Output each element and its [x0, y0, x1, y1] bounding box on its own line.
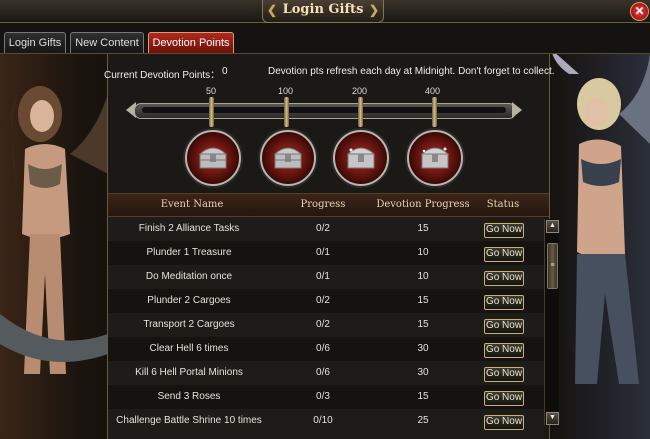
devotion-progress-track [126, 99, 522, 121]
event-progress: 0/2 [316, 319, 330, 330]
go-now-button[interactable]: Go Now [484, 415, 524, 430]
milestone-label-50: 50 [206, 86, 217, 96]
scroll-down-icon[interactable]: ▼ [546, 412, 559, 425]
event-progress: 0/1 [316, 271, 330, 282]
event-progress: 0/2 [316, 295, 330, 306]
event-name: Plunder 1 Treasure [146, 247, 232, 258]
go-now-button[interactable]: Go Now [484, 391, 524, 406]
table-row: Challenge Battle Shrine 10 times 0/10 25… [108, 409, 544, 439]
event-name: Transport 2 Cargoes [143, 319, 235, 330]
event-devotion: 30 [417, 367, 429, 378]
window-title: Login Gifts [282, 2, 364, 17]
current-devotion-value: 0 [222, 66, 228, 77]
milestone-notch-200 [358, 97, 363, 127]
event-devotion: 10 [417, 271, 429, 282]
title-bar: ❮ Login Gifts ❯ ✕ [0, 0, 650, 23]
table-row: Transport 2 Cargoes 0/2 15 Go Now [108, 313, 544, 337]
title-plate: ❮ Login Gifts ❯ [262, 0, 384, 23]
table-row: Send 3 Roses 0/3 15 Go Now [108, 385, 544, 409]
table-row: Finish 2 Alliance Tasks 0/2 15 Go Now [108, 217, 544, 241]
go-now-button[interactable]: Go Now [484, 247, 524, 262]
milestone-label-400: 400 [425, 86, 441, 96]
scroll-up-icon[interactable]: ▲ [546, 220, 559, 233]
treasure-chest-icon [198, 147, 228, 169]
go-now-button[interactable]: Go Now [484, 319, 524, 334]
refresh-note: Devotion pts refresh each day at Midnigh… [268, 66, 555, 77]
table-row: Plunder 1 Treasure 0/1 10 Go Now [108, 241, 544, 265]
event-devotion: 30 [417, 343, 429, 354]
scroll-thumb[interactable]: ≡ [547, 243, 558, 289]
treasure-chest-icon [273, 147, 303, 169]
milestone-label-200: 200 [352, 86, 368, 96]
header-event-name: Event Name [160, 199, 224, 210]
event-name: Plunder 2 Cargoes [147, 295, 231, 306]
event-progress: 0/10 [313, 415, 333, 426]
treasure-chest-icon [420, 147, 450, 169]
header-progress: Progress [300, 199, 346, 210]
event-name: Finish 2 Alliance Tasks [138, 223, 240, 234]
left-character-art [0, 54, 108, 439]
events-table-header: Event Name Progress Devotion Progress St… [108, 193, 549, 217]
event-progress: 0/1 [316, 247, 330, 258]
event-progress: 0/3 [316, 391, 330, 402]
track-fill [142, 107, 506, 113]
scroll-grip-icon: ≡ [550, 262, 555, 269]
event-progress: 0/2 [316, 223, 330, 234]
event-devotion: 15 [417, 391, 429, 402]
table-scrollbar[interactable]: ▲ ≡ ▼ [544, 219, 559, 425]
event-devotion: 15 [417, 223, 429, 234]
go-now-button[interactable]: Go Now [484, 271, 524, 286]
title-ornament-right-icon: ❯ [369, 3, 380, 17]
table-row: Plunder 2 Cargoes 0/2 15 Go Now [108, 289, 544, 313]
close-button[interactable]: ✕ [630, 2, 649, 21]
track-right-cap [512, 102, 522, 118]
right-character-art [549, 54, 650, 439]
event-progress: 0/6 [316, 343, 330, 354]
go-now-button[interactable]: Go Now [484, 367, 524, 382]
event-devotion: 25 [417, 415, 429, 426]
go-now-button[interactable]: Go Now [484, 295, 524, 310]
table-row: Kill 6 Hell Portal Minions 0/6 30 Go Now [108, 361, 544, 385]
header-status: Status [486, 199, 520, 210]
event-name: Clear Hell 6 times [149, 343, 229, 354]
milestone-label-100: 100 [278, 86, 294, 96]
event-name: Challenge Battle Shrine 10 times [116, 415, 262, 426]
reward-chest-100[interactable] [260, 130, 316, 186]
event-devotion: 15 [417, 319, 429, 330]
treasure-chest-icon [346, 147, 376, 169]
tab-new-content[interactable]: New Content [70, 32, 144, 53]
tab-devotion-points[interactable]: Devotion Points [148, 32, 234, 53]
milestone-notch-50 [209, 97, 214, 127]
go-now-button[interactable]: Go Now [484, 343, 524, 358]
event-devotion: 10 [417, 247, 429, 258]
current-devotion-label: Current Devotion Points： [104, 70, 221, 81]
event-name: Do Meditation once [145, 271, 233, 282]
table-row: Clear Hell 6 times 0/6 30 Go Now [108, 337, 544, 361]
table-row: Do Meditation once 0/1 10 Go Now [108, 265, 544, 289]
event-progress: 0/6 [316, 367, 330, 378]
reward-chest-400[interactable] [407, 130, 463, 186]
event-name: Send 3 Roses [157, 391, 221, 402]
reward-chest-50[interactable] [185, 130, 241, 186]
login-gifts-window: ❮ Login Gifts ❯ ✕ Login Gifts New Conten… [0, 0, 650, 439]
milestone-notch-100 [284, 97, 289, 127]
event-devotion: 15 [417, 295, 429, 306]
milestone-notch-400 [432, 97, 437, 127]
title-ornament-left-icon: ❮ [267, 3, 278, 17]
reward-chest-200[interactable] [333, 130, 389, 186]
go-now-button[interactable]: Go Now [484, 223, 524, 238]
header-devotion-progress: Devotion Progress [376, 199, 470, 210]
event-name: Kill 6 Hell Portal Minions [135, 367, 243, 378]
tab-login-gifts[interactable]: Login Gifts [4, 32, 66, 53]
